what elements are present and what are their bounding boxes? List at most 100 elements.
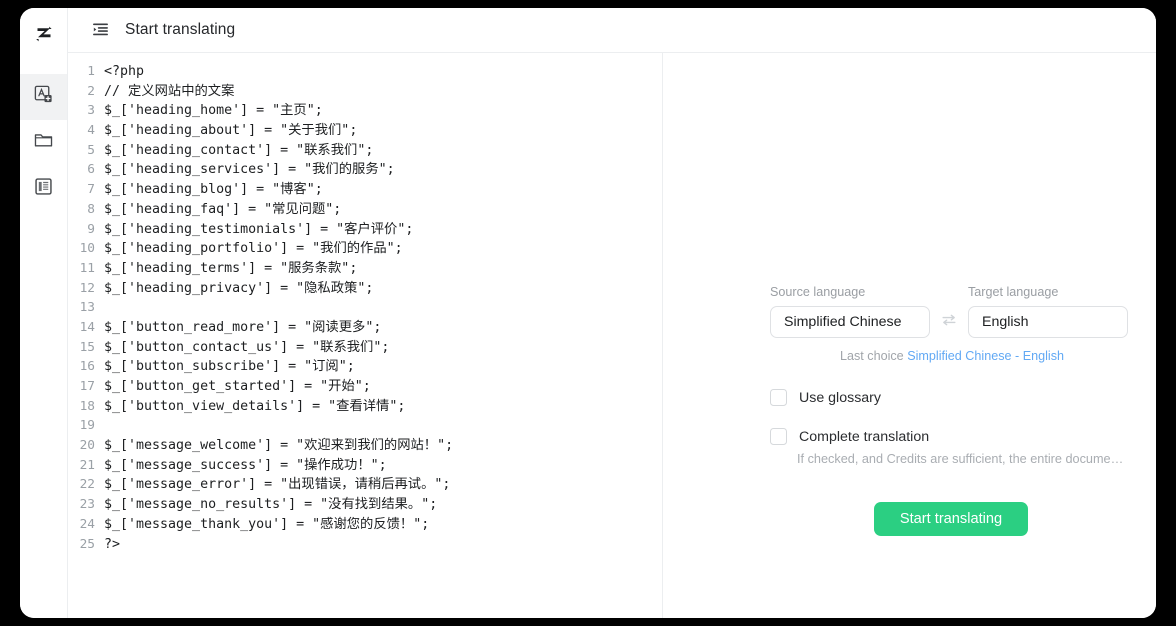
- submit-row: Start translating: [770, 502, 1142, 536]
- line-number: 14: [79, 319, 95, 335]
- list-indent-icon[interactable]: [90, 20, 110, 40]
- code-line: 16 $_['button_subscribe'] = "订阅";: [68, 357, 662, 377]
- code-line: 10 $_['heading_portfolio'] = "我们的作品";: [68, 239, 662, 259]
- main-content: Start translating 1 <?php 2 // 定义网站中的文案 …: [68, 8, 1156, 618]
- code-line: 20 $_['message_welcome'] = "欢迎来到我们的网站！";: [68, 436, 662, 456]
- complete-translation-label[interactable]: Complete translation: [799, 429, 929, 445]
- line-text: $_['heading_contact'] = "联系我们";: [104, 142, 374, 158]
- use-glossary-row[interactable]: Use glossary: [770, 389, 1142, 406]
- line-text: $_['message_thank_you'] = "感谢您的反馈！";: [104, 516, 430, 532]
- folder-icon: [33, 130, 54, 156]
- rail-spacer: [20, 56, 67, 74]
- line-number: 24: [79, 516, 95, 532]
- line-number: 17: [79, 379, 95, 394]
- code-line: 7 $_['heading_blog'] = "博客";: [68, 180, 662, 200]
- use-glossary-checkbox[interactable]: [770, 389, 787, 406]
- rail-item-files[interactable]: [20, 120, 67, 166]
- code-line: 9 $_['heading_testimonials'] = "客户评价";: [68, 220, 662, 240]
- code-line: 1 <?php: [68, 62, 662, 82]
- rail-item-new-translation[interactable]: [20, 74, 67, 120]
- line-text: $_['message_success'] = "操作成功！";: [104, 457, 387, 473]
- settings-form: Source language Target language Simplifi…: [770, 285, 1142, 536]
- code-editor[interactable]: 1 <?php 2 // 定义网站中的文案 3 $_['heading_home…: [68, 53, 663, 618]
- line-number: 3: [87, 103, 95, 119]
- code-line: 12 $_['heading_privacy'] = "隐私政策";: [68, 279, 662, 299]
- app-window: Start translating 1 <?php 2 // 定义网站中的文案 …: [20, 8, 1156, 618]
- line-number: 8: [87, 201, 95, 217]
- line-text: $_['button_read_more'] = "阅读更多";: [104, 319, 382, 335]
- code-line: 23 $_['message_no_results'] = "没有找到结果。";: [68, 495, 662, 515]
- last-choice-link[interactable]: Simplified Chinese - English: [907, 349, 1064, 363]
- code-line: 3 $_['heading_home'] = "主页";: [68, 101, 662, 121]
- line-number: 9: [87, 221, 95, 237]
- swap-languages-button[interactable]: [930, 311, 968, 334]
- line-text: $_['button_contact_us'] = "联系我们";: [104, 339, 390, 355]
- line-number: 5: [87, 142, 95, 158]
- line-text: $_['button_subscribe'] = "订阅";: [104, 359, 355, 375]
- code-line: 25 ?>: [68, 535, 662, 555]
- line-text: $_['heading_about'] = "关于我们";: [104, 123, 358, 139]
- target-language-label: Target language: [968, 285, 1059, 299]
- zaku-logo-icon: [33, 24, 55, 51]
- source-language-label: Source language: [770, 285, 866, 299]
- line-number: 22: [79, 477, 95, 493]
- line-text: $_['heading_services'] = "我们的服务";: [104, 162, 395, 178]
- last-choice: Last choice Simplified Chinese - English: [770, 349, 1142, 363]
- code-line: 15 $_['button_contact_us'] = "联系我们";: [68, 338, 662, 358]
- line-number: 19: [79, 418, 95, 434]
- line-text: $_['heading_blog'] = "博客";: [104, 182, 323, 198]
- line-number: 11: [79, 260, 95, 276]
- translation-settings-panel: Source language Target language Simplifi…: [663, 53, 1156, 618]
- line-text: $_['button_get_started'] = "开始";: [104, 379, 371, 394]
- code-line: 2 // 定义网站中的文案: [68, 82, 662, 102]
- line-text: $_['button_view_details'] = "查看详情";: [104, 398, 406, 414]
- line-number: 18: [79, 398, 95, 414]
- line-text: $_['heading_portfolio'] = "我们的作品";: [104, 241, 403, 257]
- code-line: 5 $_['heading_contact'] = "联系我们";: [68, 141, 662, 161]
- line-number: 6: [87, 162, 95, 178]
- language-labels-row: Source language Target language: [770, 285, 1142, 299]
- line-number: 7: [87, 182, 95, 198]
- line-text: $_['heading_faq'] = "常见问题";: [104, 201, 342, 217]
- line-text: $_['message_error'] = "出现错误，请稍后再试。";: [104, 477, 451, 493]
- line-text: $_['heading_home'] = "主页";: [104, 103, 323, 119]
- code-line: 24 $_['message_thank_you'] = "感谢您的反馈！";: [68, 515, 662, 535]
- code-line: 8 $_['heading_faq'] = "常见问题";: [68, 200, 662, 220]
- titlebar-title: Start translating: [125, 21, 236, 38]
- code-line: 13: [68, 298, 662, 318]
- line-text: $_['message_welcome'] = "欢迎来到我们的网站！";: [104, 438, 454, 454]
- line-number: 10: [79, 241, 95, 257]
- start-translating-button[interactable]: Start translating: [873, 502, 1029, 536]
- line-text: $_['message_no_results'] = "没有找到结果。";: [104, 497, 438, 513]
- line-number: 2: [87, 83, 95, 99]
- swap-arrows-icon: [940, 311, 958, 334]
- line-number: 23: [79, 497, 95, 513]
- rail-item-records[interactable]: [20, 166, 67, 212]
- line-number: 21: [79, 457, 95, 473]
- code-line: 4 $_['heading_about'] = "关于我们";: [68, 121, 662, 141]
- target-language-select[interactable]: English: [968, 306, 1128, 338]
- complete-translation-hint: If checked, and Credits are sufficient, …: [797, 452, 1124, 466]
- last-choice-label: Last choice: [839, 349, 904, 363]
- line-text: // 定义网站中的文案: [104, 83, 235, 99]
- line-number: 12: [79, 280, 95, 296]
- code-line: 14 $_['button_read_more'] = "阅读更多";: [68, 318, 662, 338]
- code-line: 11 $_['heading_terms'] = "服务条款";: [68, 259, 662, 279]
- line-text: ?>: [104, 536, 121, 552]
- code-line: 6 $_['heading_services'] = "我们的服务";: [68, 160, 662, 180]
- language-selects-row: Simplified Chinese English: [770, 306, 1142, 338]
- use-glossary-label[interactable]: Use glossary: [799, 390, 881, 406]
- add-translate-document-icon: [33, 84, 54, 110]
- line-number: 1: [87, 64, 95, 79]
- line-text: $_['heading_testimonials'] = "客户评价";: [104, 221, 414, 237]
- line-number: 25: [79, 536, 95, 552]
- complete-translation-checkbox[interactable]: [770, 428, 787, 445]
- complete-translation-row[interactable]: Complete translation: [770, 428, 1142, 445]
- line-number: 20: [79, 438, 95, 454]
- code-line: 21 $_['message_success'] = "操作成功！";: [68, 456, 662, 476]
- source-language-select[interactable]: Simplified Chinese: [770, 306, 930, 338]
- app-logo: [20, 18, 67, 56]
- icon-rail: [20, 8, 68, 618]
- line-text: $_['heading_terms'] = "服务条款";: [104, 260, 358, 276]
- line-text: <?php: [104, 64, 145, 79]
